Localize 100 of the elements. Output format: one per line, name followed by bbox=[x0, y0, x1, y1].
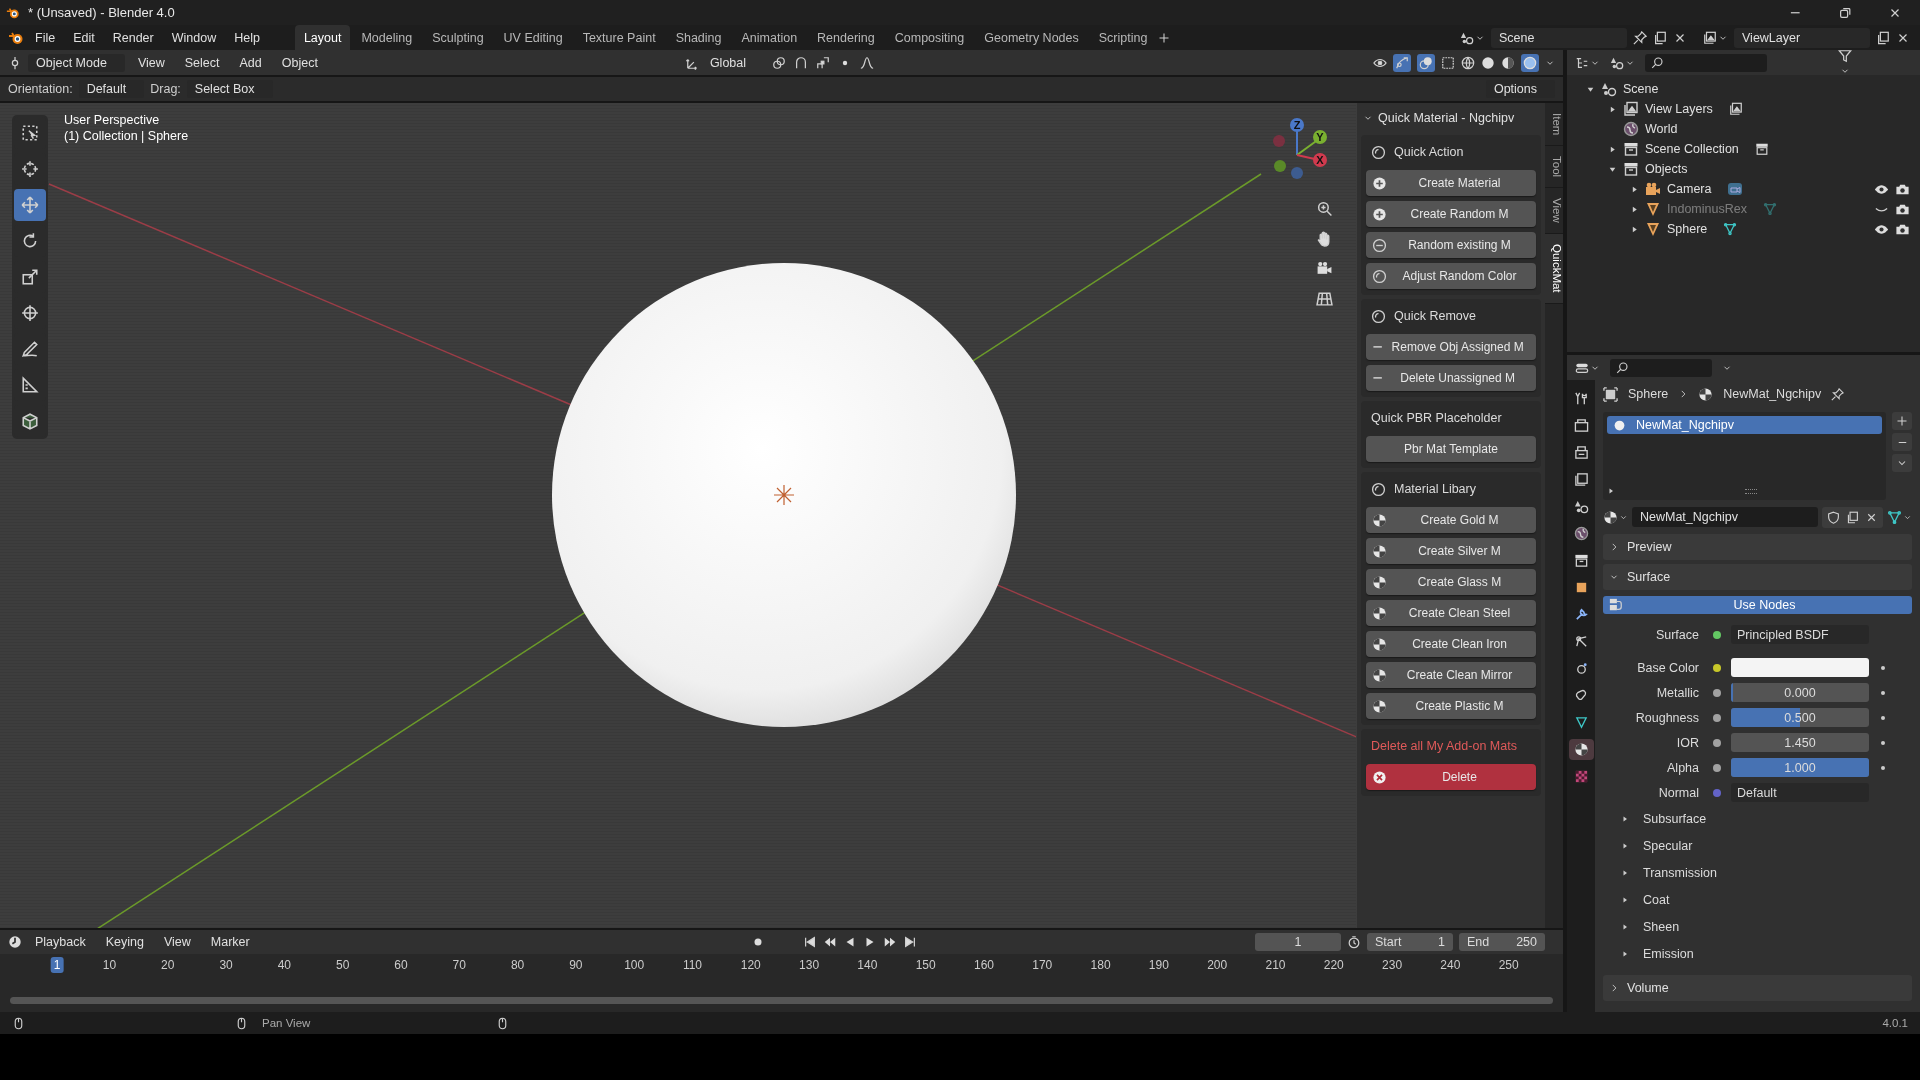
gizmo-toggle-icon[interactable] bbox=[1395, 55, 1409, 70]
workspace-tab[interactable]: Sculpting bbox=[423, 25, 493, 50]
action-button[interactable]: Remove Obj Assigned M bbox=[1366, 334, 1536, 360]
end-frame-field[interactable]: End 250 bbox=[1459, 933, 1545, 951]
socket-dot-icon[interactable] bbox=[1713, 630, 1721, 639]
new-view-layer-icon[interactable] bbox=[1876, 30, 1890, 45]
search-field[interactable] bbox=[1610, 358, 1712, 377]
material-shading-icon[interactable] bbox=[1501, 55, 1515, 70]
value-slider[interactable]: 0.500 bbox=[1731, 708, 1869, 727]
modifier-tab-icon[interactable] bbox=[1573, 607, 1589, 622]
pin-icon[interactable] bbox=[1633, 30, 1647, 45]
world-tab-icon[interactable] bbox=[1573, 526, 1589, 541]
disclosure-icon[interactable] bbox=[1621, 841, 1629, 850]
material-name-field[interactable]: NewMat_Ngchipv bbox=[1632, 507, 1818, 527]
action-button[interactable]: Create Glass M bbox=[1366, 569, 1536, 595]
menu-item[interactable]: Window bbox=[164, 28, 224, 47]
disclosure-icon[interactable] bbox=[1621, 868, 1629, 877]
subpanel-header[interactable]: Specular bbox=[1643, 838, 1693, 853]
add-slot-button[interactable] bbox=[1892, 412, 1912, 430]
socket-dot-icon[interactable] bbox=[1713, 788, 1721, 797]
workspace-tab[interactable]: Compositing bbox=[885, 25, 974, 50]
subpanel-header[interactable]: Emission bbox=[1643, 946, 1694, 961]
view-layer-selector-icon[interactable] bbox=[1703, 30, 1717, 45]
particles-tab-icon[interactable] bbox=[1573, 634, 1589, 649]
tool-tab-icon[interactable] bbox=[1573, 391, 1589, 406]
keyframe-dot-icon[interactable] bbox=[1881, 690, 1885, 695]
action-button[interactable]: Create Random M bbox=[1366, 201, 1536, 227]
panel-header[interactable]: Volume bbox=[1627, 981, 1669, 995]
panel-header[interactable]: Preview bbox=[1627, 540, 1672, 554]
workspace-tab[interactable]: Modeling bbox=[352, 25, 422, 50]
workspace-tab[interactable]: Geometry Nodes bbox=[975, 25, 1088, 50]
disclosure-icon[interactable] bbox=[1609, 983, 1619, 993]
expand-arrow-icon[interactable] bbox=[1607, 487, 1615, 495]
snap-target-icon[interactable] bbox=[816, 55, 831, 70]
keyframe-dot-icon[interactable] bbox=[1881, 740, 1885, 745]
action-button[interactable]: Delete Unassigned M bbox=[1366, 365, 1536, 391]
outliner-item[interactable]: Scene bbox=[1623, 82, 1659, 96]
menu-item[interactable]: Marker bbox=[203, 933, 257, 951]
menu-item[interactable]: Edit bbox=[66, 28, 102, 47]
action-button[interactable]: Adjust Random Color bbox=[1366, 263, 1536, 289]
drag-dropdown[interactable]: Select Box bbox=[186, 80, 273, 98]
socket-dot-icon[interactable] bbox=[1713, 663, 1721, 672]
menu-item[interactable]: Keying bbox=[98, 933, 151, 951]
workspace-tab[interactable]: Animation bbox=[732, 25, 807, 50]
collection-tab-icon[interactable] bbox=[1573, 553, 1589, 568]
disclosure-icon[interactable] bbox=[1609, 542, 1619, 552]
subpanel-header[interactable]: Transmission bbox=[1643, 865, 1717, 880]
view-layer-tab-icon[interactable] bbox=[1573, 472, 1589, 487]
menu-item[interactable]: Help bbox=[227, 28, 267, 47]
number-field[interactable]: 1.450 bbox=[1731, 733, 1869, 752]
next-keyframe-icon[interactable] bbox=[882, 935, 897, 949]
sidebar-tab[interactable]: Item bbox=[1545, 103, 1563, 147]
action-button[interactable]: Create Clean Steel bbox=[1366, 600, 1536, 626]
subpanel-header[interactable]: Sheen bbox=[1643, 919, 1680, 934]
subpanel-header[interactable]: Coat bbox=[1643, 892, 1670, 907]
duplicate-icon[interactable] bbox=[1846, 510, 1859, 524]
workspace-tab[interactable]: Shading bbox=[666, 25, 731, 50]
action-button[interactable]: Create Clean Mirror bbox=[1366, 662, 1536, 688]
workspace-tab[interactable]: UV Editing bbox=[494, 25, 572, 50]
overlay-toggle-icon[interactable] bbox=[1419, 55, 1433, 70]
texture-tab-icon[interactable] bbox=[1573, 769, 1589, 784]
workspace-tab[interactable]: Scripting bbox=[1089, 25, 1157, 50]
render-tab-icon[interactable] bbox=[1573, 418, 1589, 433]
shader-field[interactable]: Principled BSDF bbox=[1731, 625, 1869, 644]
new-scene-icon[interactable] bbox=[1653, 30, 1667, 45]
delete-button[interactable]: Delete bbox=[1366, 764, 1536, 790]
outliner-item[interactable]: Camera bbox=[1667, 182, 1712, 196]
scene-tab-icon[interactable] bbox=[1573, 499, 1589, 514]
solid-shading-icon[interactable] bbox=[1481, 55, 1495, 70]
sphere-drawing[interactable] bbox=[552, 263, 1016, 727]
menu-item[interactable]: View bbox=[156, 933, 198, 951]
menu-item[interactable]: View bbox=[130, 53, 172, 72]
browse-material-icon[interactable] bbox=[1603, 509, 1618, 525]
menu-item[interactable]: Select bbox=[177, 53, 227, 72]
view-layer-field[interactable]: ViewLayer bbox=[1734, 27, 1870, 48]
disclosure-icon[interactable] bbox=[1621, 949, 1629, 958]
disclosure-icon[interactable] bbox=[1621, 814, 1629, 823]
material-tab-icon[interactable] bbox=[1573, 742, 1589, 757]
camera-icon[interactable] bbox=[1316, 260, 1333, 277]
action-button[interactable]: Create Clean Iron bbox=[1366, 631, 1536, 657]
socket-dot-icon[interactable] bbox=[1713, 738, 1721, 747]
outliner-item[interactable]: Scene Collection bbox=[1645, 142, 1739, 156]
data-tab-icon[interactable] bbox=[1573, 715, 1589, 730]
falloff-icon[interactable] bbox=[860, 55, 875, 70]
action-button[interactable]: Create Silver M bbox=[1366, 538, 1536, 564]
filter-type-icon[interactable] bbox=[1610, 55, 1624, 70]
action-button[interactable]: Create Plastic M bbox=[1366, 693, 1536, 719]
scene-field[interactable]: Scene bbox=[1491, 27, 1627, 48]
workspace-tab[interactable]: Rendering bbox=[808, 25, 884, 50]
fake-user-icon[interactable] bbox=[1827, 510, 1840, 524]
sidebar-tab[interactable]: Tool bbox=[1545, 146, 1563, 189]
workspace-tab[interactable]: Texture Paint bbox=[573, 25, 665, 50]
search-field[interactable] bbox=[1645, 53, 1767, 72]
zoom-icon[interactable] bbox=[1316, 200, 1333, 217]
orientation-dropdown[interactable]: Global bbox=[707, 53, 765, 72]
frame-ruler[interactable]: 1 10 20 30 40 50 60 70 80 90 100 110 120 130 140 150 160 170 180 190 200 210 220 230 240 250 bbox=[0, 954, 1563, 1012]
previous-keyframe-icon[interactable] bbox=[822, 935, 837, 949]
filter-icon[interactable] bbox=[1837, 49, 1852, 63]
workspace-tab[interactable]: Layout bbox=[294, 25, 351, 50]
scene-selector-icon[interactable] bbox=[1460, 30, 1474, 45]
